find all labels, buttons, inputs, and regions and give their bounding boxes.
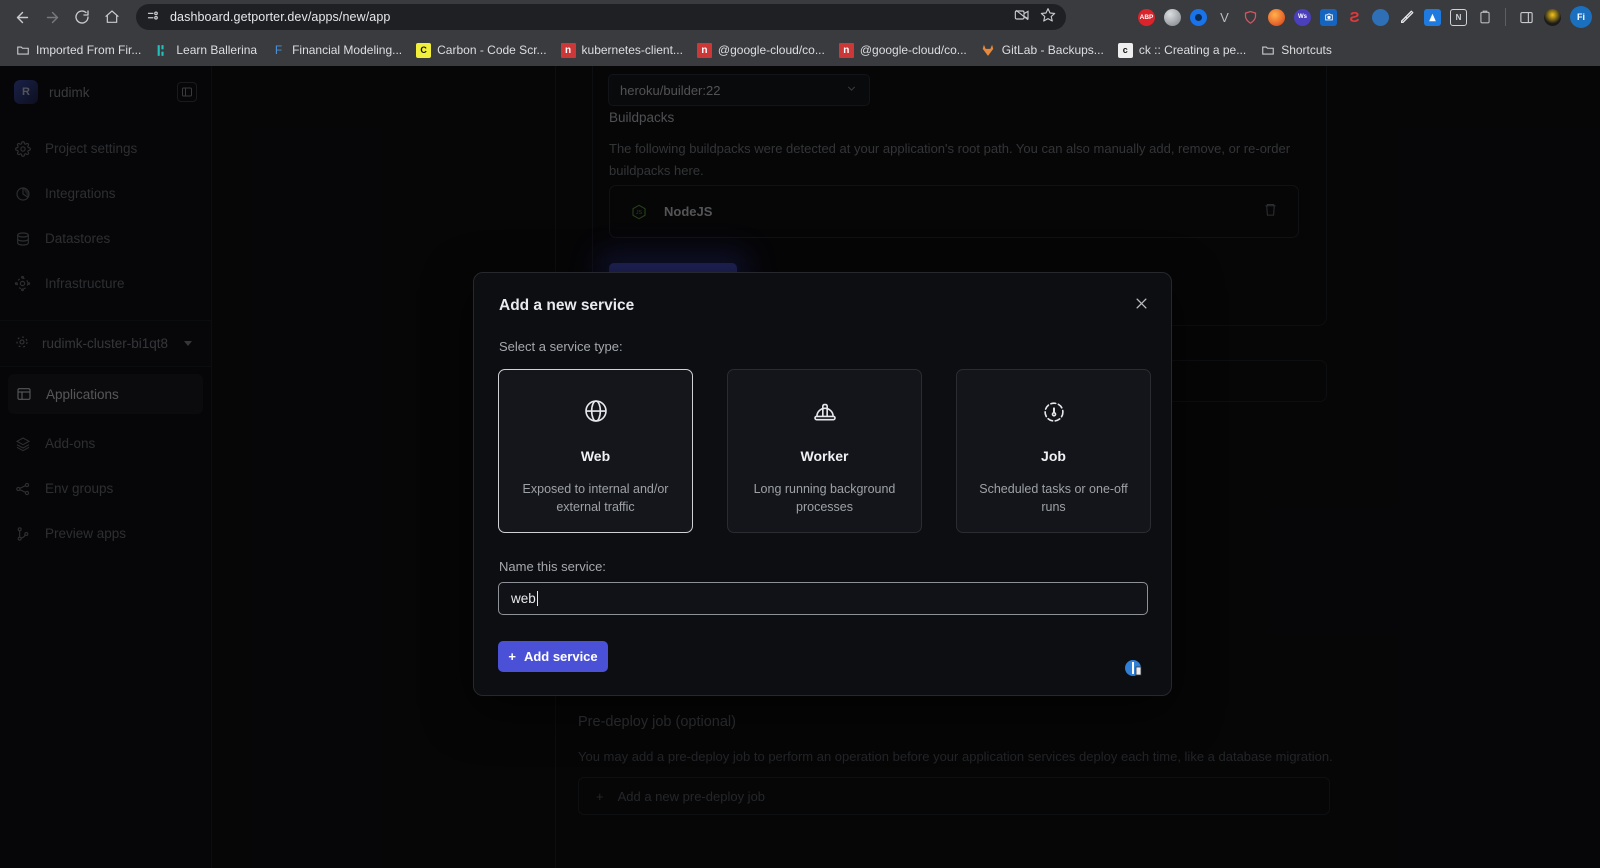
npm-icon: n	[696, 42, 712, 58]
text-caret	[536, 591, 538, 606]
account-avatar[interactable]: Fi	[1570, 6, 1592, 28]
service-type-card-worker[interactable]: Worker Long running background processes	[727, 369, 922, 533]
bookmark-label: Learn Ballerina	[176, 43, 258, 57]
globe-icon	[583, 398, 609, 429]
service-name-input[interactable]: web	[498, 582, 1148, 615]
reload-button[interactable]	[68, 3, 96, 31]
modal-title: Add a new service	[499, 297, 635, 314]
close-icon[interactable]	[1130, 292, 1152, 314]
bookmarks-bar: Imported From Fir... Learn Ballerina F F…	[0, 34, 1600, 66]
bookmark-star-icon[interactable]	[1040, 7, 1056, 28]
bookmark-item[interactable]: n @google-cloud/co...	[832, 40, 974, 61]
service-type-desc: Exposed to internal and/or external traf…	[522, 482, 669, 514]
service-name-value: web	[511, 591, 536, 606]
bookmark-item[interactable]: F Financial Modeling...	[264, 40, 409, 61]
service-type-cards: Web Exposed to internal and/or external …	[498, 369, 1151, 533]
porter-app: R rudimk Project settings Integrations	[0, 66, 1600, 868]
side-panel-button[interactable]	[1518, 9, 1535, 26]
screenshot-extension[interactable]	[1320, 8, 1337, 26]
bookmark-label: Imported From Fir...	[36, 43, 142, 57]
address-bar[interactable]: dashboard.getporter.dev/apps/new/app	[136, 4, 1066, 30]
ballerina-icon	[155, 43, 170, 58]
bookmark-label: ck :: Creating a pe...	[1138, 43, 1247, 57]
browser-chrome: dashboard.getporter.dev/apps/new/app ABP…	[0, 0, 1600, 66]
bookmark-label: @google-cloud/co...	[717, 43, 825, 57]
folder-icon	[15, 43, 30, 58]
bookmark-item[interactable]: Shortcuts	[1253, 40, 1339, 61]
back-button[interactable]	[8, 3, 36, 31]
service-name-label: Name this service:	[499, 559, 606, 574]
add-service-button[interactable]: + Add service	[498, 641, 608, 672]
bookmark-item[interactable]: c ck :: Creating a pe...	[1111, 40, 1253, 61]
service-type-name: Web	[580, 448, 611, 464]
hard-hat-icon	[812, 398, 838, 429]
bookmark-item[interactable]: n @google-cloud/co...	[690, 40, 832, 61]
extensions-strip: ABP V Ws Ƨ N Fi	[1132, 6, 1592, 28]
service-type-card-web[interactable]: Web Exposed to internal and/or external …	[498, 369, 693, 533]
add-service-modal: Add a new service Select a service type:…	[473, 272, 1172, 696]
add-service-label: Add service	[523, 649, 598, 664]
adblock-plus-extension[interactable]: ABP	[1138, 8, 1155, 26]
folder-icon	[1260, 43, 1275, 58]
service-type-label: Select a service type:	[499, 339, 623, 354]
clipboard-extension[interactable]	[1476, 9, 1493, 26]
grey-globe-extension[interactable]	[1164, 8, 1181, 26]
favicon-icon: c	[1117, 42, 1133, 58]
bookmark-label: Shortcuts	[1281, 43, 1332, 57]
bookmark-item[interactable]: n kubernetes-client...	[554, 40, 690, 61]
profile-avatar[interactable]	[1544, 8, 1561, 26]
lastpass-extension[interactable]	[1372, 8, 1389, 26]
bookmark-item[interactable]: C Carbon - Code Scr...	[409, 40, 553, 61]
bookmark-label: @google-cloud/co...	[859, 43, 967, 57]
forward-button[interactable]	[38, 3, 66, 31]
bookmark-item[interactable]: Learn Ballerina	[148, 40, 264, 61]
carbon-icon: C	[416, 42, 432, 58]
blue-circle-extension[interactable]	[1190, 8, 1207, 26]
firefox-extension[interactable]	[1268, 8, 1285, 26]
bookmark-label: Financial Modeling...	[292, 43, 403, 57]
service-type-desc: Scheduled tasks or one-off runs	[979, 482, 1128, 514]
url-text: dashboard.getporter.dev/apps/new/app	[170, 10, 391, 24]
gitlab-icon	[981, 43, 996, 58]
npm-icon: n	[560, 42, 576, 58]
bookmark-label: GitLab - Backups...	[1001, 43, 1104, 57]
toolbar-divider	[1505, 8, 1506, 26]
notion-extension[interactable]: N	[1450, 8, 1467, 26]
bookmark-label: kubernetes-client...	[581, 43, 683, 57]
home-button[interactable]	[98, 3, 126, 31]
site-settings-icon[interactable]	[146, 9, 162, 25]
wappalyzer-extension[interactable]: Ws	[1294, 8, 1311, 26]
service-type-name: Worker	[800, 448, 849, 464]
browser-toolbar: dashboard.getporter.dev/apps/new/app ABP…	[0, 0, 1600, 34]
financial-modeling-icon: F	[274, 43, 283, 57]
bookmark-item[interactable]: GitLab - Backups...	[974, 40, 1111, 61]
pocket-extension[interactable]: Ƨ	[1346, 9, 1363, 26]
dashlane-extension[interactable]	[1242, 9, 1259, 26]
app-extension[interactable]	[1424, 8, 1441, 26]
eyedropper-extension[interactable]	[1398, 9, 1415, 26]
service-type-card-job[interactable]: Job Scheduled tasks or one-off runs	[956, 369, 1151, 533]
plus-icon: +	[508, 649, 516, 664]
stopwatch-icon	[1041, 398, 1067, 429]
bookmark-item[interactable]: Imported From Fir...	[8, 40, 148, 61]
npm-icon: n	[838, 42, 854, 58]
video-blocked-icon[interactable]	[1014, 7, 1030, 28]
vimium-extension[interactable]: V	[1216, 9, 1233, 26]
service-type-desc: Long running background processes	[753, 482, 896, 514]
service-type-name: Job	[1041, 448, 1066, 464]
bookmark-label: Carbon - Code Scr...	[437, 43, 547, 57]
